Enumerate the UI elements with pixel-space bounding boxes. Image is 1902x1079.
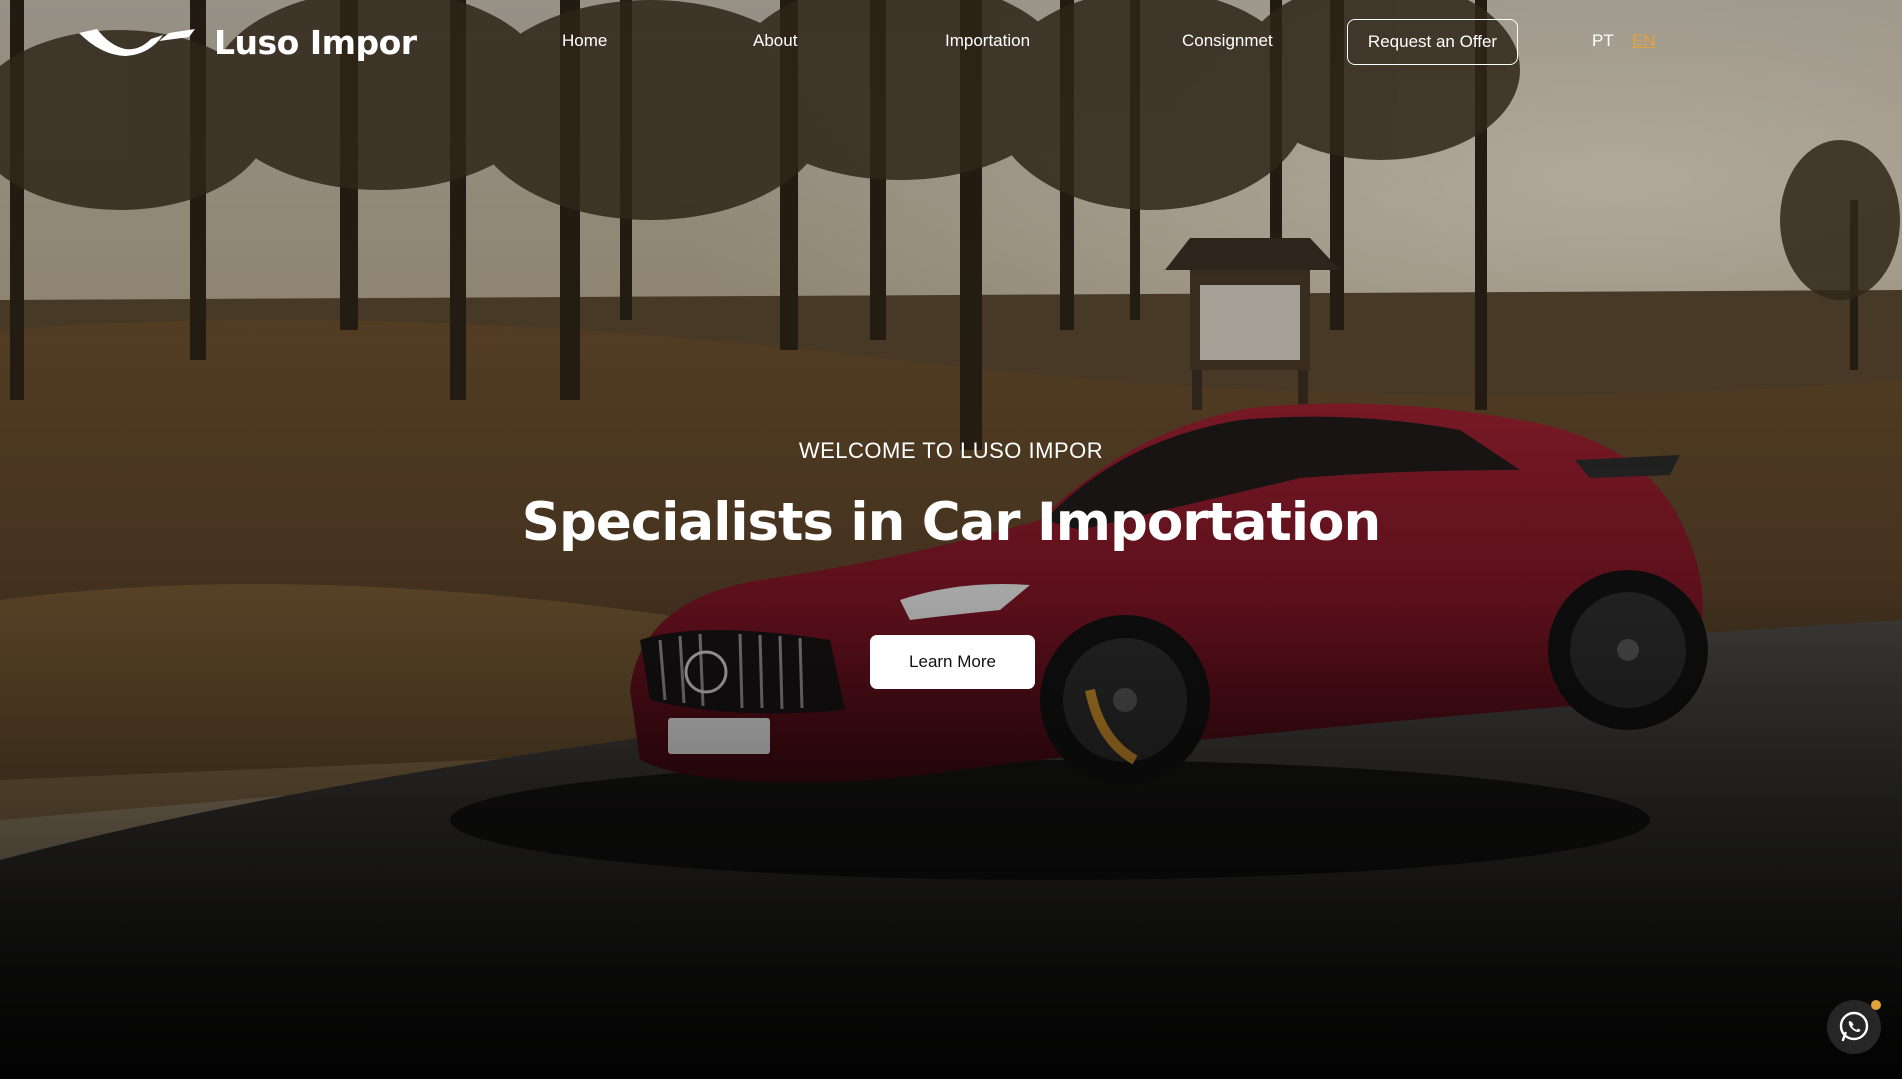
brand-logo-link[interactable]: Luso Impor xyxy=(79,22,417,62)
whatsapp-icon xyxy=(1839,1011,1869,1042)
request-offer-button[interactable]: Request an Offer xyxy=(1347,19,1518,65)
nav-consignment-link[interactable]: Consignmet xyxy=(1182,31,1273,51)
language-en-link[interactable]: EN xyxy=(1632,31,1656,51)
nav-home-link[interactable]: Home xyxy=(562,31,607,51)
hero-section: Luso Impor Home About Importation Consig… xyxy=(0,0,1902,1079)
language-pt-link[interactable]: PT xyxy=(1592,31,1614,51)
nav-importation-link[interactable]: Importation xyxy=(945,31,1030,51)
hero-headline: Specialists in Car Importation xyxy=(521,492,1381,553)
learn-more-button[interactable]: Learn More xyxy=(870,635,1035,689)
whatsapp-notification-dot xyxy=(1871,1000,1881,1010)
luso-impor-logo-mark-icon xyxy=(79,29,195,56)
site-header: Luso Impor Home About Importation Consig… xyxy=(0,0,1902,84)
brand-name: Luso Impor xyxy=(214,22,417,62)
nav-about-link[interactable]: About xyxy=(753,31,797,51)
hero-eyebrow: WELCOME TO LUSO IMPOR xyxy=(798,438,1104,463)
